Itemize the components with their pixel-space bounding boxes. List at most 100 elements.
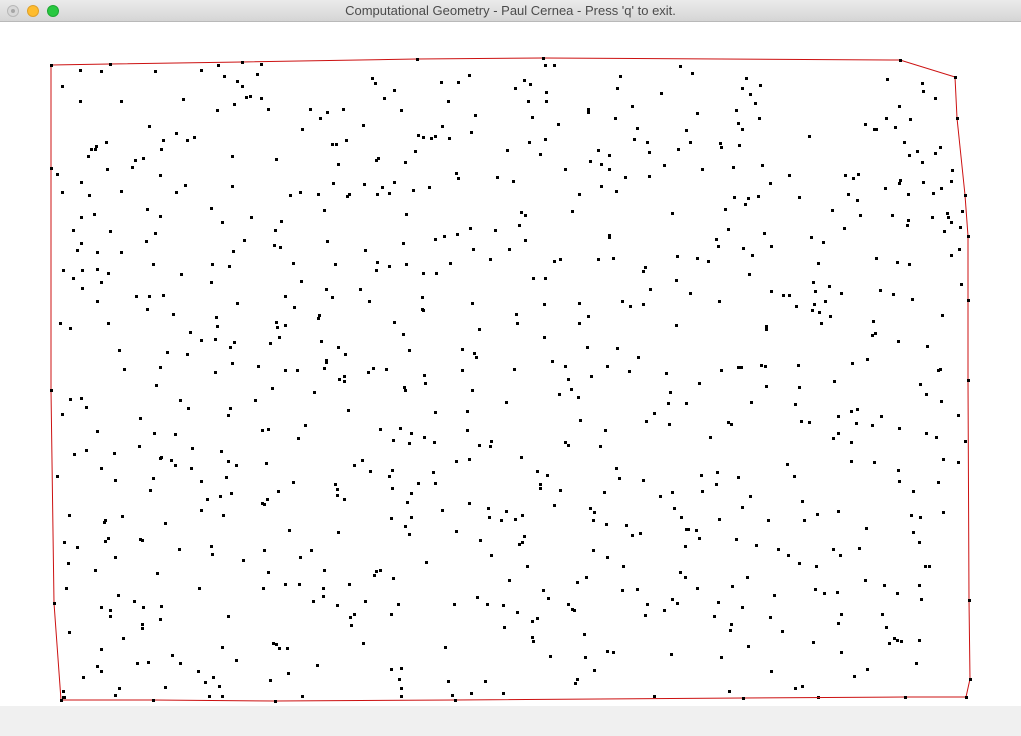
point	[162, 139, 165, 142]
point	[943, 230, 946, 233]
point	[104, 540, 107, 543]
point	[646, 603, 649, 606]
point	[667, 402, 670, 405]
point	[171, 654, 174, 657]
hull-vertex	[954, 76, 957, 79]
point	[800, 420, 803, 423]
point	[447, 680, 450, 683]
point	[245, 96, 248, 99]
point	[531, 636, 534, 639]
point	[222, 514, 225, 517]
point	[919, 383, 922, 386]
point	[906, 224, 909, 227]
point	[673, 507, 676, 510]
point	[414, 150, 417, 153]
point	[317, 317, 320, 320]
point	[254, 399, 257, 402]
point	[322, 595, 325, 598]
point	[189, 331, 192, 334]
point	[844, 174, 847, 177]
point	[191, 447, 194, 450]
point	[149, 489, 152, 492]
point	[587, 315, 590, 318]
point	[229, 407, 232, 410]
point	[422, 136, 425, 139]
point	[935, 436, 938, 439]
point	[928, 565, 931, 568]
point	[536, 470, 539, 473]
window-title: Computational Geometry - Paul Cernea - P…	[345, 3, 676, 18]
point	[374, 82, 377, 85]
point	[457, 177, 460, 180]
point	[79, 100, 82, 103]
point	[644, 614, 647, 617]
point	[874, 332, 877, 335]
point	[579, 419, 582, 422]
point	[612, 651, 615, 654]
point	[831, 209, 834, 212]
point	[665, 372, 668, 375]
point	[94, 148, 97, 151]
point	[63, 541, 66, 544]
hull-vertex	[969, 678, 972, 681]
point	[547, 597, 550, 600]
point	[782, 294, 785, 297]
point	[829, 315, 832, 318]
point	[393, 181, 396, 184]
point	[390, 517, 393, 520]
point	[898, 182, 901, 185]
point	[896, 261, 899, 264]
point	[68, 514, 71, 517]
point	[888, 642, 891, 645]
point	[648, 151, 651, 154]
point	[61, 413, 64, 416]
point	[737, 366, 740, 369]
point	[855, 422, 858, 425]
point	[875, 257, 878, 260]
point	[479, 539, 482, 542]
point	[214, 338, 217, 341]
point	[160, 456, 163, 459]
point	[795, 305, 798, 308]
point	[833, 380, 836, 383]
point	[223, 75, 226, 78]
point	[301, 695, 304, 698]
point	[516, 322, 519, 325]
point	[742, 247, 745, 250]
point	[434, 135, 437, 138]
point	[685, 129, 688, 132]
point	[230, 492, 233, 495]
point	[292, 481, 295, 484]
point	[138, 445, 141, 448]
point	[549, 655, 552, 658]
point	[773, 594, 776, 597]
point	[836, 591, 839, 594]
point	[910, 514, 913, 517]
hull-vertex	[968, 599, 971, 602]
point	[812, 641, 815, 644]
point	[961, 210, 964, 213]
point	[404, 161, 407, 164]
point	[424, 382, 427, 385]
point	[700, 474, 703, 477]
point	[822, 241, 825, 244]
point	[852, 177, 855, 180]
point	[840, 651, 843, 654]
point	[837, 432, 840, 435]
point	[343, 380, 346, 383]
point	[325, 359, 328, 362]
point	[148, 125, 151, 128]
point	[907, 193, 910, 196]
geometry-canvas[interactable]	[0, 22, 1021, 706]
point	[503, 626, 506, 629]
point	[925, 393, 928, 396]
point	[515, 313, 518, 316]
point	[461, 369, 464, 372]
title-bar[interactable]: Computational Geometry - Paul Cernea - P…	[0, 0, 1021, 22]
point	[62, 269, 65, 272]
point	[100, 648, 103, 651]
point	[141, 539, 144, 542]
point	[166, 351, 169, 354]
point	[372, 367, 375, 370]
point	[803, 519, 806, 522]
